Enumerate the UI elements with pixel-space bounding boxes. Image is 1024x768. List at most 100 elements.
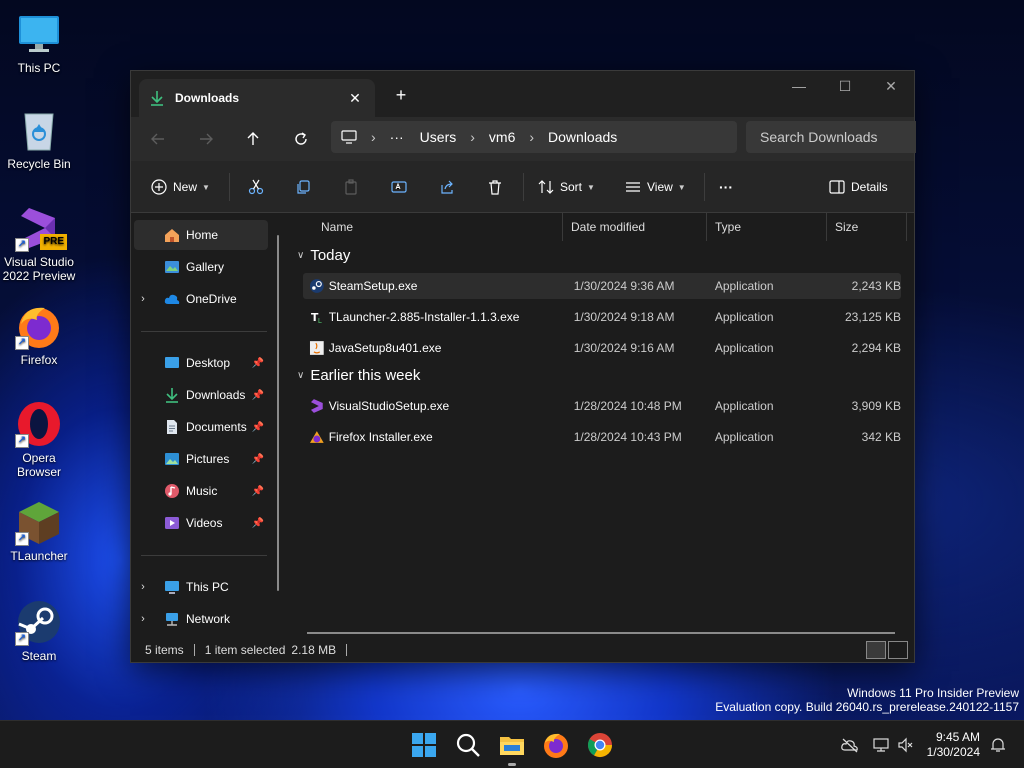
shortcut-arrow-icon: ↗ — [15, 336, 29, 350]
chrome-taskbar-button[interactable] — [585, 730, 615, 760]
nav-item-this-pc[interactable]: › This PC — [134, 572, 268, 602]
network-icon — [166, 613, 178, 626]
desktop-icon-firefox[interactable]: ↗ Firefox — [0, 302, 78, 367]
pin-icon: 📌 — [251, 485, 264, 497]
column-header-type[interactable]: Type — [707, 213, 827, 241]
file-row[interactable]: SteamSetup.exe 1/30/2024 9:36 AM Applica… — [303, 273, 901, 299]
refresh-button[interactable] — [286, 125, 316, 153]
nav-item-documents[interactable]: Documents 📌 — [134, 412, 268, 442]
breadcrumb-vm6[interactable]: vm6 — [489, 129, 515, 145]
maximize-button[interactable]: ☐ — [822, 71, 868, 103]
column-header-name[interactable]: Name — [313, 213, 563, 241]
chevron-right-icon[interactable]: › — [134, 293, 152, 305]
volume-muted-icon[interactable] — [897, 737, 915, 753]
clock[interactable]: 9:45 AM 1/30/2024 — [927, 730, 980, 760]
share-button[interactable] — [440, 174, 456, 200]
desktop-icon-recycle-bin[interactable]: Recycle Bin — [0, 106, 78, 171]
delete-button[interactable] — [487, 174, 503, 200]
file-name: TLauncher-2.885-Installer-1.1.3.exe — [328, 310, 520, 324]
breadcrumb[interactable]: › ··· Users › vm6 › Downloads — [331, 121, 737, 153]
preview-badge: PRE — [40, 234, 67, 250]
chevron-right-icon[interactable]: › — [134, 613, 152, 625]
status-bar: 5 items 1 item selected 2.18 MB — [131, 637, 914, 663]
file-size: 2,243 KB — [851, 279, 902, 293]
desktop-icon-steam[interactable]: ↗ Steam — [0, 598, 78, 663]
group-header-earlier-this-week[interactable]: ∨ Earlier this week — [297, 367, 420, 384]
close-tab-button[interactable]: ✕ — [345, 88, 365, 108]
file-row[interactable]: TL TLauncher-2.885-Installer-1.1.3.exe 1… — [303, 304, 901, 330]
file-size: 342 KB — [861, 430, 902, 444]
file-row[interactable]: VisualStudioSetup.exe 1/28/2024 10:48 PM… — [303, 393, 901, 419]
tab-title: Downloads — [175, 91, 240, 105]
recycle-bin-icon — [15, 106, 63, 154]
nav-item-onedrive[interactable]: › OneDrive — [134, 284, 268, 314]
cloud-icon — [164, 294, 180, 304]
group-header-today[interactable]: ∨ Today — [297, 247, 350, 264]
start-icon — [412, 733, 436, 757]
forward-button[interactable] — [191, 125, 221, 153]
cloud-offline-icon[interactable] — [840, 737, 859, 753]
desktop-icon-label: Visual Studio 2022 Preview — [2, 255, 76, 283]
new-button[interactable]: New ▼ — [151, 174, 210, 200]
tab-downloads[interactable]: Downloads ✕ — [139, 79, 375, 117]
search-button[interactable] — [453, 730, 483, 760]
desktop-icon-this-pc[interactable]: This PC — [0, 10, 78, 75]
file-list: Name Date modified Type Size ∨ Today Ste… — [289, 213, 914, 634]
copy-button[interactable] — [295, 174, 311, 200]
notification-bell-icon[interactable] — [990, 737, 1006, 753]
nav-divider — [141, 331, 267, 332]
desktop-icon-label: Recycle Bin — [7, 157, 71, 171]
more-options-button[interactable]: ··· — [719, 174, 733, 200]
horizontal-scrollbar[interactable] — [307, 632, 895, 634]
file-type: Application — [714, 279, 774, 293]
nav-item-music[interactable]: Music 📌 — [134, 476, 268, 506]
selection-info: 1 item selected — [204, 643, 286, 657]
firefox-icon — [544, 733, 568, 758]
back-arrow-icon — [151, 133, 164, 145]
back-button[interactable] — [143, 125, 173, 153]
rename-button[interactable] — [391, 174, 407, 200]
cut-button[interactable] — [248, 174, 264, 200]
desktop-icon-opera[interactable]: ↗ Opera Browser — [0, 400, 78, 479]
nav-item-desktop[interactable]: Desktop 📌 — [134, 348, 268, 378]
close-button[interactable]: ✕ — [868, 71, 914, 103]
column-header-size[interactable]: Size — [827, 213, 907, 241]
desktop-icon-visual-studio[interactable]: PRE ↗ Visual Studio 2022 Preview — [0, 204, 78, 283]
file-row[interactable]: Firefox Installer.exe 1/28/2024 10:43 PM… — [303, 424, 901, 450]
running-indicator — [508, 763, 516, 766]
firefox-taskbar-button[interactable] — [541, 730, 571, 760]
nav-item-network[interactable]: › Network — [134, 604, 268, 634]
search-input[interactable]: Search Downloads — [746, 121, 916, 153]
paste-button[interactable] — [343, 174, 359, 200]
nav-scrollbar[interactable] — [277, 235, 279, 591]
column-header-date[interactable]: Date modified — [563, 213, 707, 241]
file-type: Application — [714, 430, 774, 444]
start-button[interactable] — [409, 730, 439, 760]
chrome-icon — [587, 733, 612, 758]
nav-item-gallery[interactable]: Gallery — [134, 252, 268, 282]
details-pane-button[interactable]: Details — [829, 174, 888, 200]
network-monitor-icon[interactable] — [873, 737, 891, 753]
nav-item-videos[interactable]: Videos 📌 — [134, 508, 268, 538]
nav-item-pictures[interactable]: Pictures 📌 — [134, 444, 268, 474]
sort-button[interactable]: Sort ▼ — [538, 174, 595, 200]
up-button[interactable] — [238, 125, 268, 153]
scissors-icon — [248, 179, 264, 195]
chevron-right-icon[interactable]: › — [134, 581, 152, 593]
opera-icon: ↗ — [15, 400, 63, 448]
file-explorer-taskbar-button[interactable] — [497, 730, 527, 766]
details-view-button[interactable] — [866, 641, 886, 659]
new-tab-button[interactable]: + — [389, 83, 413, 107]
file-row[interactable]: JavaSetup8u401.exe 1/30/2024 9:16 AM App… — [303, 335, 901, 361]
nav-item-downloads[interactable]: Downloads 📌 — [134, 380, 268, 410]
breadcrumb-users[interactable]: Users — [420, 129, 457, 145]
desktop-icon-tlauncher[interactable]: ↗ TLauncher — [0, 498, 78, 563]
minimize-button[interactable]: — — [776, 71, 822, 103]
view-button[interactable]: View ▼ — [625, 174, 686, 200]
firefox-file-icon — [309, 431, 324, 443]
breadcrumb-more[interactable]: ··· — [390, 129, 404, 145]
tiles-view-button[interactable] — [888, 641, 908, 659]
breadcrumb-downloads[interactable]: Downloads — [548, 129, 617, 145]
command-bar: New ▼ Sort ▼ View ▼ ··· Details — [131, 161, 914, 213]
nav-item-home[interactable]: Home — [134, 220, 268, 250]
